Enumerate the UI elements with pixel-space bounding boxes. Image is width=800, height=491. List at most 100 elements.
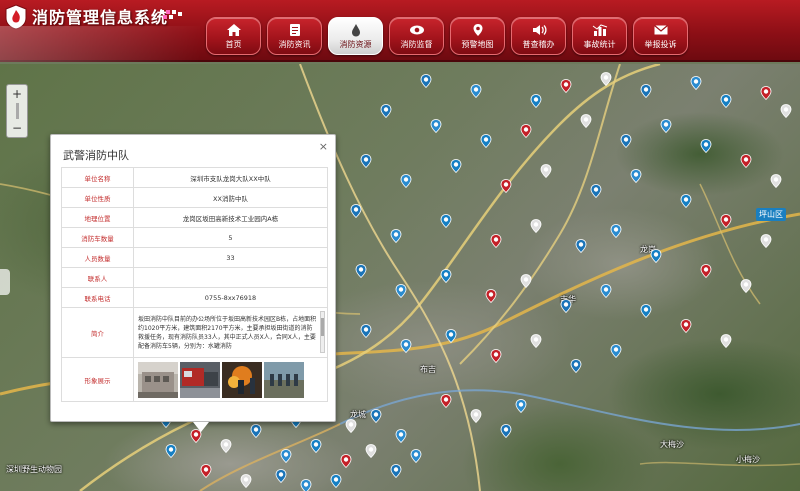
fire-resource-marker-icon[interactable] (640, 84, 652, 98)
fire-resource-marker-icon[interactable] (440, 269, 452, 283)
fire-resource-marker-icon[interactable] (250, 424, 262, 438)
fire-resource-marker-icon[interactable] (760, 234, 772, 248)
nav-report-complaint[interactable]: 举报投诉 (633, 17, 688, 55)
fire-resource-marker-icon[interactable] (680, 319, 692, 333)
fire-resource-marker-icon[interactable] (740, 154, 752, 168)
intro-scrollbar[interactable] (320, 311, 325, 353)
fire-resource-marker-icon[interactable] (440, 394, 452, 408)
fire-resource-marker-icon[interactable] (560, 299, 572, 313)
map-pan-handle[interactable] (0, 269, 10, 295)
zoom-slider[interactable] (16, 103, 19, 119)
fire-resource-marker-icon[interactable] (680, 194, 692, 208)
nav-alert-map[interactable]: 预警地图 (450, 17, 505, 55)
fire-resource-marker-icon[interactable] (340, 454, 352, 468)
fire-resource-marker-icon[interactable] (520, 124, 532, 138)
nav-fire-news[interactable]: 消防资讯 (267, 17, 322, 55)
nav-label: 首页 (225, 39, 242, 49)
fire-resource-marker-icon[interactable] (310, 439, 322, 453)
fire-resource-marker-icon[interactable] (600, 284, 612, 298)
fire-resource-marker-icon[interactable] (370, 409, 382, 423)
fire-resource-marker-icon[interactable] (780, 104, 792, 118)
fire-resource-marker-icon[interactable] (400, 174, 412, 188)
fire-resource-marker-icon[interactable] (275, 469, 287, 483)
fire-resource-marker-icon[interactable] (395, 429, 407, 443)
fire-resource-marker-icon[interactable] (650, 249, 662, 263)
fire-resource-marker-icon[interactable] (380, 104, 392, 118)
fire-resource-marker-icon[interactable] (390, 229, 402, 243)
popup-close-button[interactable]: × (319, 140, 328, 153)
fire-resource-marker-icon[interactable] (620, 134, 632, 148)
fire-resource-marker-icon[interactable] (760, 86, 772, 100)
fire-resource-marker-icon[interactable] (360, 154, 372, 168)
fire-resource-marker-icon[interactable] (690, 76, 702, 90)
station-photo[interactable] (222, 361, 262, 398)
zoom-in-button[interactable]: + (9, 87, 25, 101)
fire-resource-marker-icon[interactable] (220, 439, 232, 453)
fire-resource-marker-icon[interactable] (575, 239, 587, 253)
fire-resource-marker-icon[interactable] (165, 444, 177, 458)
fire-resource-marker-icon[interactable] (410, 449, 422, 463)
fire-resource-marker-icon[interactable] (530, 219, 542, 233)
intro-cell[interactable]: 坂田消防中队目前的办公场所位于坂田高新技术园区B栋，占地面积约1020平方米，建… (133, 307, 328, 358)
fire-resource-marker-icon[interactable] (490, 234, 502, 248)
fire-resource-marker-icon[interactable] (600, 72, 612, 86)
fire-resource-marker-icon[interactable] (280, 449, 292, 463)
fire-resource-marker-icon[interactable] (660, 119, 672, 133)
station-photo[interactable] (138, 361, 178, 398)
fire-resource-marker-icon[interactable] (720, 94, 732, 108)
fire-resource-marker-icon[interactable] (345, 419, 357, 433)
fire-resource-marker-icon[interactable] (590, 184, 602, 198)
fire-resource-marker-icon[interactable] (580, 114, 592, 128)
nav-accident-stats[interactable]: 事故统计 (572, 17, 627, 55)
fire-resource-marker-icon[interactable] (500, 179, 512, 193)
fire-resource-marker-icon[interactable] (440, 214, 452, 228)
zoom-out-button[interactable]: − (9, 121, 25, 135)
station-photo[interactable] (264, 361, 304, 398)
fire-resource-marker-icon[interactable] (200, 464, 212, 478)
nav-fire-resources[interactable]: 消防资源 (328, 17, 383, 55)
fire-resource-marker-icon[interactable] (540, 164, 552, 178)
fire-resource-marker-icon[interactable] (365, 444, 377, 458)
fire-resource-marker-icon[interactable] (300, 479, 312, 491)
fire-resource-marker-icon[interactable] (400, 339, 412, 353)
satellite-map[interactable]: + − 坪山区 民治 吉华 龙城 坂田 深圳野生动物园 小梅沙 大梅沙 龙岗 布… (0, 64, 800, 491)
fire-resource-marker-icon[interactable] (360, 324, 372, 338)
fire-resource-marker-icon[interactable] (515, 399, 527, 413)
fire-resource-marker-icon[interactable] (610, 224, 622, 238)
fire-resource-marker-icon[interactable] (520, 274, 532, 288)
fire-resource-marker-icon[interactable] (355, 264, 367, 278)
fire-resource-marker-icon[interactable] (770, 174, 782, 188)
fire-resource-marker-icon[interactable] (610, 344, 622, 358)
fire-resource-marker-icon[interactable] (530, 334, 542, 348)
fire-resource-marker-icon[interactable] (470, 84, 482, 98)
fire-resource-marker-icon[interactable] (490, 349, 502, 363)
fire-resource-marker-icon[interactable] (570, 359, 582, 373)
station-photo[interactable] (180, 361, 220, 398)
fire-resource-marker-icon[interactable] (445, 329, 457, 343)
fire-resource-marker-icon[interactable] (420, 74, 432, 88)
nav-home[interactable]: 首页 (206, 17, 261, 55)
fire-resource-marker-icon[interactable] (630, 169, 642, 183)
fire-resource-marker-icon[interactable] (720, 334, 732, 348)
fire-resource-marker-icon[interactable] (530, 94, 542, 108)
fire-resource-marker-icon[interactable] (500, 424, 512, 438)
fire-resource-marker-icon[interactable] (485, 289, 497, 303)
nav-census[interactable]: 普查稽办 (511, 17, 566, 55)
fire-resource-marker-icon[interactable] (450, 159, 462, 173)
fire-resource-marker-icon[interactable] (430, 119, 442, 133)
fire-resource-marker-icon[interactable] (330, 474, 342, 488)
fire-resource-marker-icon[interactable] (700, 264, 712, 278)
scrollbar-thumb[interactable] (321, 318, 324, 336)
fire-resource-marker-icon[interactable] (560, 79, 572, 93)
nav-fire-supervision[interactable]: 消防监督 (389, 17, 444, 55)
fire-resource-marker-icon[interactable] (700, 139, 712, 153)
fire-resource-marker-icon[interactable] (395, 284, 407, 298)
fire-resource-marker-icon[interactable] (740, 279, 752, 293)
fire-resource-marker-icon[interactable] (350, 204, 362, 218)
fire-resource-marker-icon[interactable] (480, 134, 492, 148)
fire-resource-marker-icon[interactable] (720, 214, 732, 228)
fire-resource-marker-icon[interactable] (390, 464, 402, 478)
fire-resource-marker-icon[interactable] (470, 409, 482, 423)
fire-resource-marker-icon[interactable] (240, 474, 252, 488)
fire-resource-marker-icon[interactable] (640, 304, 652, 318)
